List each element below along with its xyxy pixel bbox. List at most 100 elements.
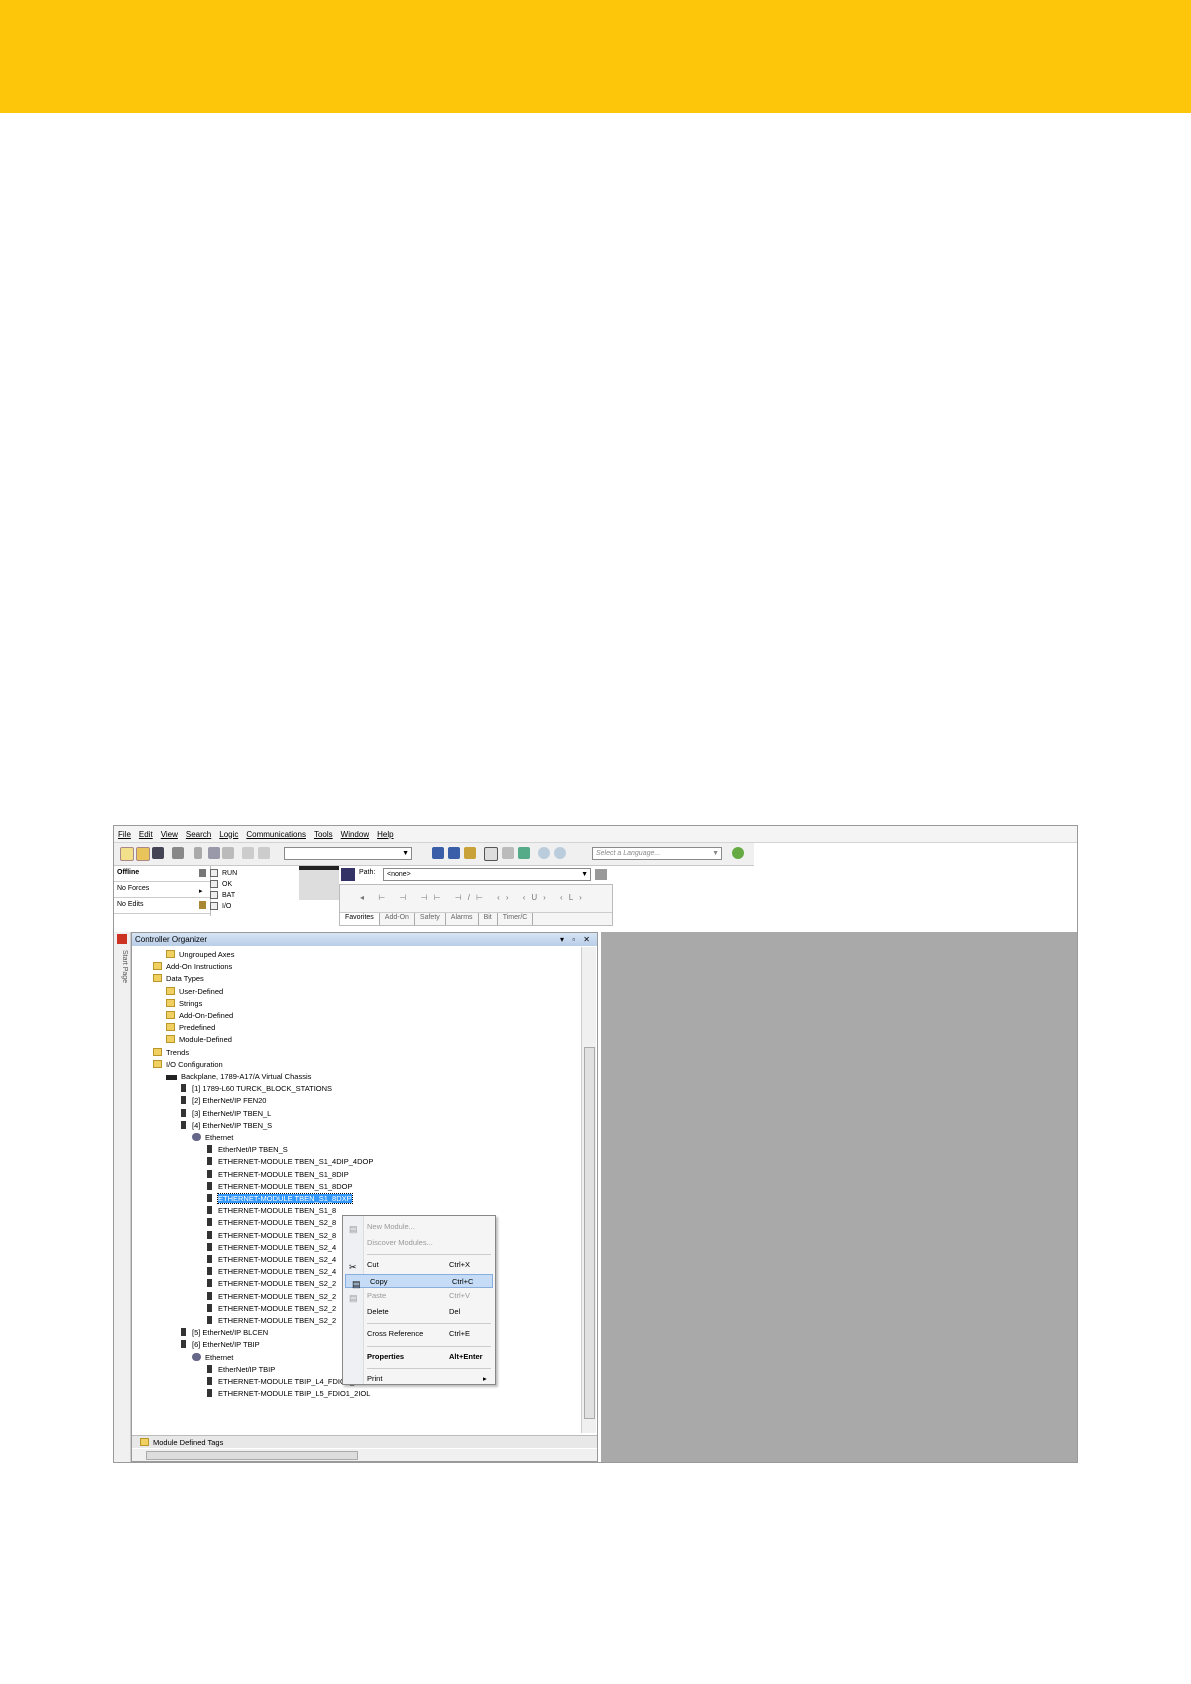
open-folder-icon[interactable] [136, 847, 150, 861]
language-select[interactable]: Select a Language... ▼ [592, 847, 722, 860]
context-menu-new-module[interactable]: ▤ New Module... [343, 1220, 495, 1234]
tree-item[interactable]: ETHERNET-MODULE TBIP_L5_FDIO1_2IOL [205, 1388, 370, 1400]
tree-item[interactable]: ETHERNET-MODULE TBEN_S2_4 [205, 1254, 336, 1266]
verify-icon[interactable] [432, 847, 444, 859]
tree-item[interactable]: ETHERNET-MODULE TBEN_S1_4DIP_4DOP [205, 1156, 373, 1168]
tab-favorites[interactable]: Favorites [340, 913, 380, 925]
controller-icon[interactable] [464, 847, 476, 859]
tree-item-selected[interactable]: ETHERNET-MODULE TBEN_S1_8DXP [205, 1193, 353, 1205]
vertical-scrollbar[interactable] [581, 947, 596, 1433]
tree-item[interactable]: Data Types [153, 973, 204, 985]
tree-item[interactable]: [6] EtherNet/IP TBIP [179, 1339, 260, 1351]
context-menu-shortcut: Ctrl+C [452, 1276, 474, 1286]
menu-file[interactable]: File [114, 830, 135, 839]
tree-item[interactable]: [4] EtherNet/IP TBEN_S [179, 1120, 272, 1132]
save-icon[interactable] [152, 847, 164, 859]
tree-item[interactable]: ETHERNET-MODULE TBEN_S2_4 [205, 1266, 336, 1278]
led-run-indicator [210, 869, 218, 878]
print-icon[interactable] [172, 847, 184, 859]
start-page-tab[interactable]: Start Page [116, 950, 128, 983]
tree-item[interactable]: User-Defined [166, 986, 223, 998]
menu-logic[interactable]: Logic [215, 830, 242, 839]
redo-icon[interactable] [258, 847, 270, 859]
tree-item[interactable]: Ethernet [192, 1132, 233, 1144]
verify-routine-icon[interactable] [448, 847, 460, 859]
module-icon [207, 1377, 212, 1385]
edits-status[interactable]: No Edits [114, 898, 210, 914]
start-page-icon[interactable] [117, 934, 127, 944]
undo-icon[interactable] [242, 847, 254, 859]
globe-icon[interactable] [732, 847, 744, 859]
tree-item[interactable]: ETHERNET-MODULE TBEN_S2_2 [205, 1303, 336, 1315]
properties-icon[interactable] [502, 847, 514, 859]
ladder-instructions[interactable]: ◂ ⊢ ⊣ ⊣⊢ ⊣/⊢ ‹› ‹U› ‹L› [360, 893, 588, 902]
menu-search[interactable]: Search [182, 830, 215, 839]
context-menu-cut[interactable]: ✂ Cut Ctrl+X [343, 1258, 495, 1272]
organizer-window-controls[interactable]: ▾ ▫ ✕ [560, 933, 593, 946]
tree-item[interactable]: [2] EtherNet/IP FEN20 [179, 1095, 266, 1107]
tree-item[interactable]: ETHERNET-MODULE TBEN_S2_2 [205, 1278, 336, 1290]
context-menu-print[interactable]: Print ▸ [343, 1372, 495, 1386]
zoom-in-icon[interactable] [538, 847, 550, 859]
tree-item[interactable]: ETHERNET-MODULE TBEN_S2_4 [205, 1242, 336, 1254]
tree-item[interactable]: [3] EtherNet/IP TBEN_L [179, 1108, 271, 1120]
find-combo[interactable]: ▼ [284, 847, 412, 860]
tree-item[interactable]: Add-On-Defined [166, 1010, 233, 1022]
path-select[interactable]: <none> ▼ [383, 868, 591, 881]
scroll-thumb[interactable] [146, 1451, 358, 1460]
tab-add-on[interactable]: Add-On [380, 913, 415, 925]
tree-item[interactable]: Backplane, 1789-A17/A Virtual Chassis [166, 1071, 311, 1083]
mode-status[interactable]: Offline [114, 866, 210, 882]
paste-icon[interactable] [222, 847, 234, 859]
tree-item[interactable]: ETHERNET-MODULE TBEN_S2_8 [205, 1217, 336, 1229]
context-menu-paste[interactable]: ▤ Paste Ctrl+V [343, 1289, 495, 1303]
horizontal-scrollbar[interactable] [132, 1449, 597, 1461]
menu-window[interactable]: Window [337, 830, 373, 839]
tree-item[interactable]: ETHERNET-MODULE TBEN_S1_8DOP [205, 1181, 352, 1193]
context-menu-properties[interactable]: Properties Alt+Enter [343, 1350, 495, 1364]
tree-item[interactable]: Add-On Instructions [153, 961, 232, 973]
menu-communications[interactable]: Communications [242, 830, 310, 839]
tree-item[interactable]: ETHERNET-MODULE TBEN_S1_8DIP [205, 1169, 349, 1181]
tab-timer[interactable]: Timer/C [498, 913, 534, 925]
tree-item[interactable]: Trends [153, 1047, 189, 1059]
tree-item[interactable]: ETHERNET-MODULE TBEN_S1_8 [205, 1205, 336, 1217]
tree-item[interactable]: I/O Configuration [153, 1059, 223, 1071]
scroll-thumb[interactable] [584, 1047, 595, 1419]
context-menu-cross-reference[interactable]: Cross Reference Ctrl+E [343, 1327, 495, 1341]
context-menu-delete[interactable]: Delete Del [343, 1305, 495, 1319]
module-defined-tags-row[interactable]: Module Defined Tags [132, 1435, 597, 1448]
forces-status[interactable]: No Forces ▸ [114, 882, 210, 898]
tree-item-label: Module-Defined [179, 1035, 232, 1045]
tree-item[interactable]: [1] 1789-L60 TURCK_BLOCK_STATIONS [179, 1083, 332, 1095]
tree-item[interactable]: ETHERNET-MODULE TBEN_S2_8 [205, 1230, 336, 1242]
new-file-icon[interactable] [120, 847, 134, 861]
tree-item[interactable]: Ungrouped Axes [166, 949, 234, 961]
menu-help[interactable]: Help [373, 830, 397, 839]
tree-item[interactable]: EtherNet/IP TBIP [205, 1364, 275, 1376]
menu-view[interactable]: View [157, 830, 182, 839]
organizer-toggle-icon[interactable] [484, 847, 498, 861]
ladder-element-toolbar: ◂ ⊢ ⊣ ⊣⊢ ⊣/⊢ ‹› ‹U› ‹L› Favorites Add-On… [339, 884, 613, 926]
path-browse-icon[interactable] [595, 869, 607, 880]
tree-item[interactable]: EtherNet/IP TBEN_S [205, 1144, 288, 1156]
tree-item[interactable]: [5] EtherNet/IP BLCEN [179, 1327, 268, 1339]
tree-item[interactable]: ETHERNET-MODULE TBEN_S2_2 [205, 1315, 336, 1327]
tree-item[interactable]: ETHERNET-MODULE TBEN_S2_2 [205, 1291, 336, 1303]
tree-item[interactable]: Strings [166, 998, 202, 1010]
cut-icon[interactable] [194, 847, 202, 859]
context-menu-discover-modules[interactable]: Discover Modules... [343, 1236, 495, 1250]
menu-edit[interactable]: Edit [135, 830, 157, 839]
tab-alarms[interactable]: Alarms [446, 913, 479, 925]
zoom-out-icon[interactable] [554, 847, 566, 859]
network-icon[interactable] [341, 868, 355, 881]
context-menu-copy[interactable]: ▤ Copy Ctrl+C [345, 1273, 493, 1289]
menu-tools[interactable]: Tools [310, 830, 337, 839]
tab-safety[interactable]: Safety [415, 913, 446, 925]
copy-icon[interactable] [208, 847, 220, 859]
tree-item[interactable]: Ethernet [192, 1352, 233, 1364]
watch-icon[interactable] [518, 847, 530, 859]
tree-item[interactable]: Module-Defined [166, 1034, 232, 1046]
tab-bit[interactable]: Bit [479, 913, 498, 925]
tree-item[interactable]: Predefined [166, 1022, 215, 1034]
